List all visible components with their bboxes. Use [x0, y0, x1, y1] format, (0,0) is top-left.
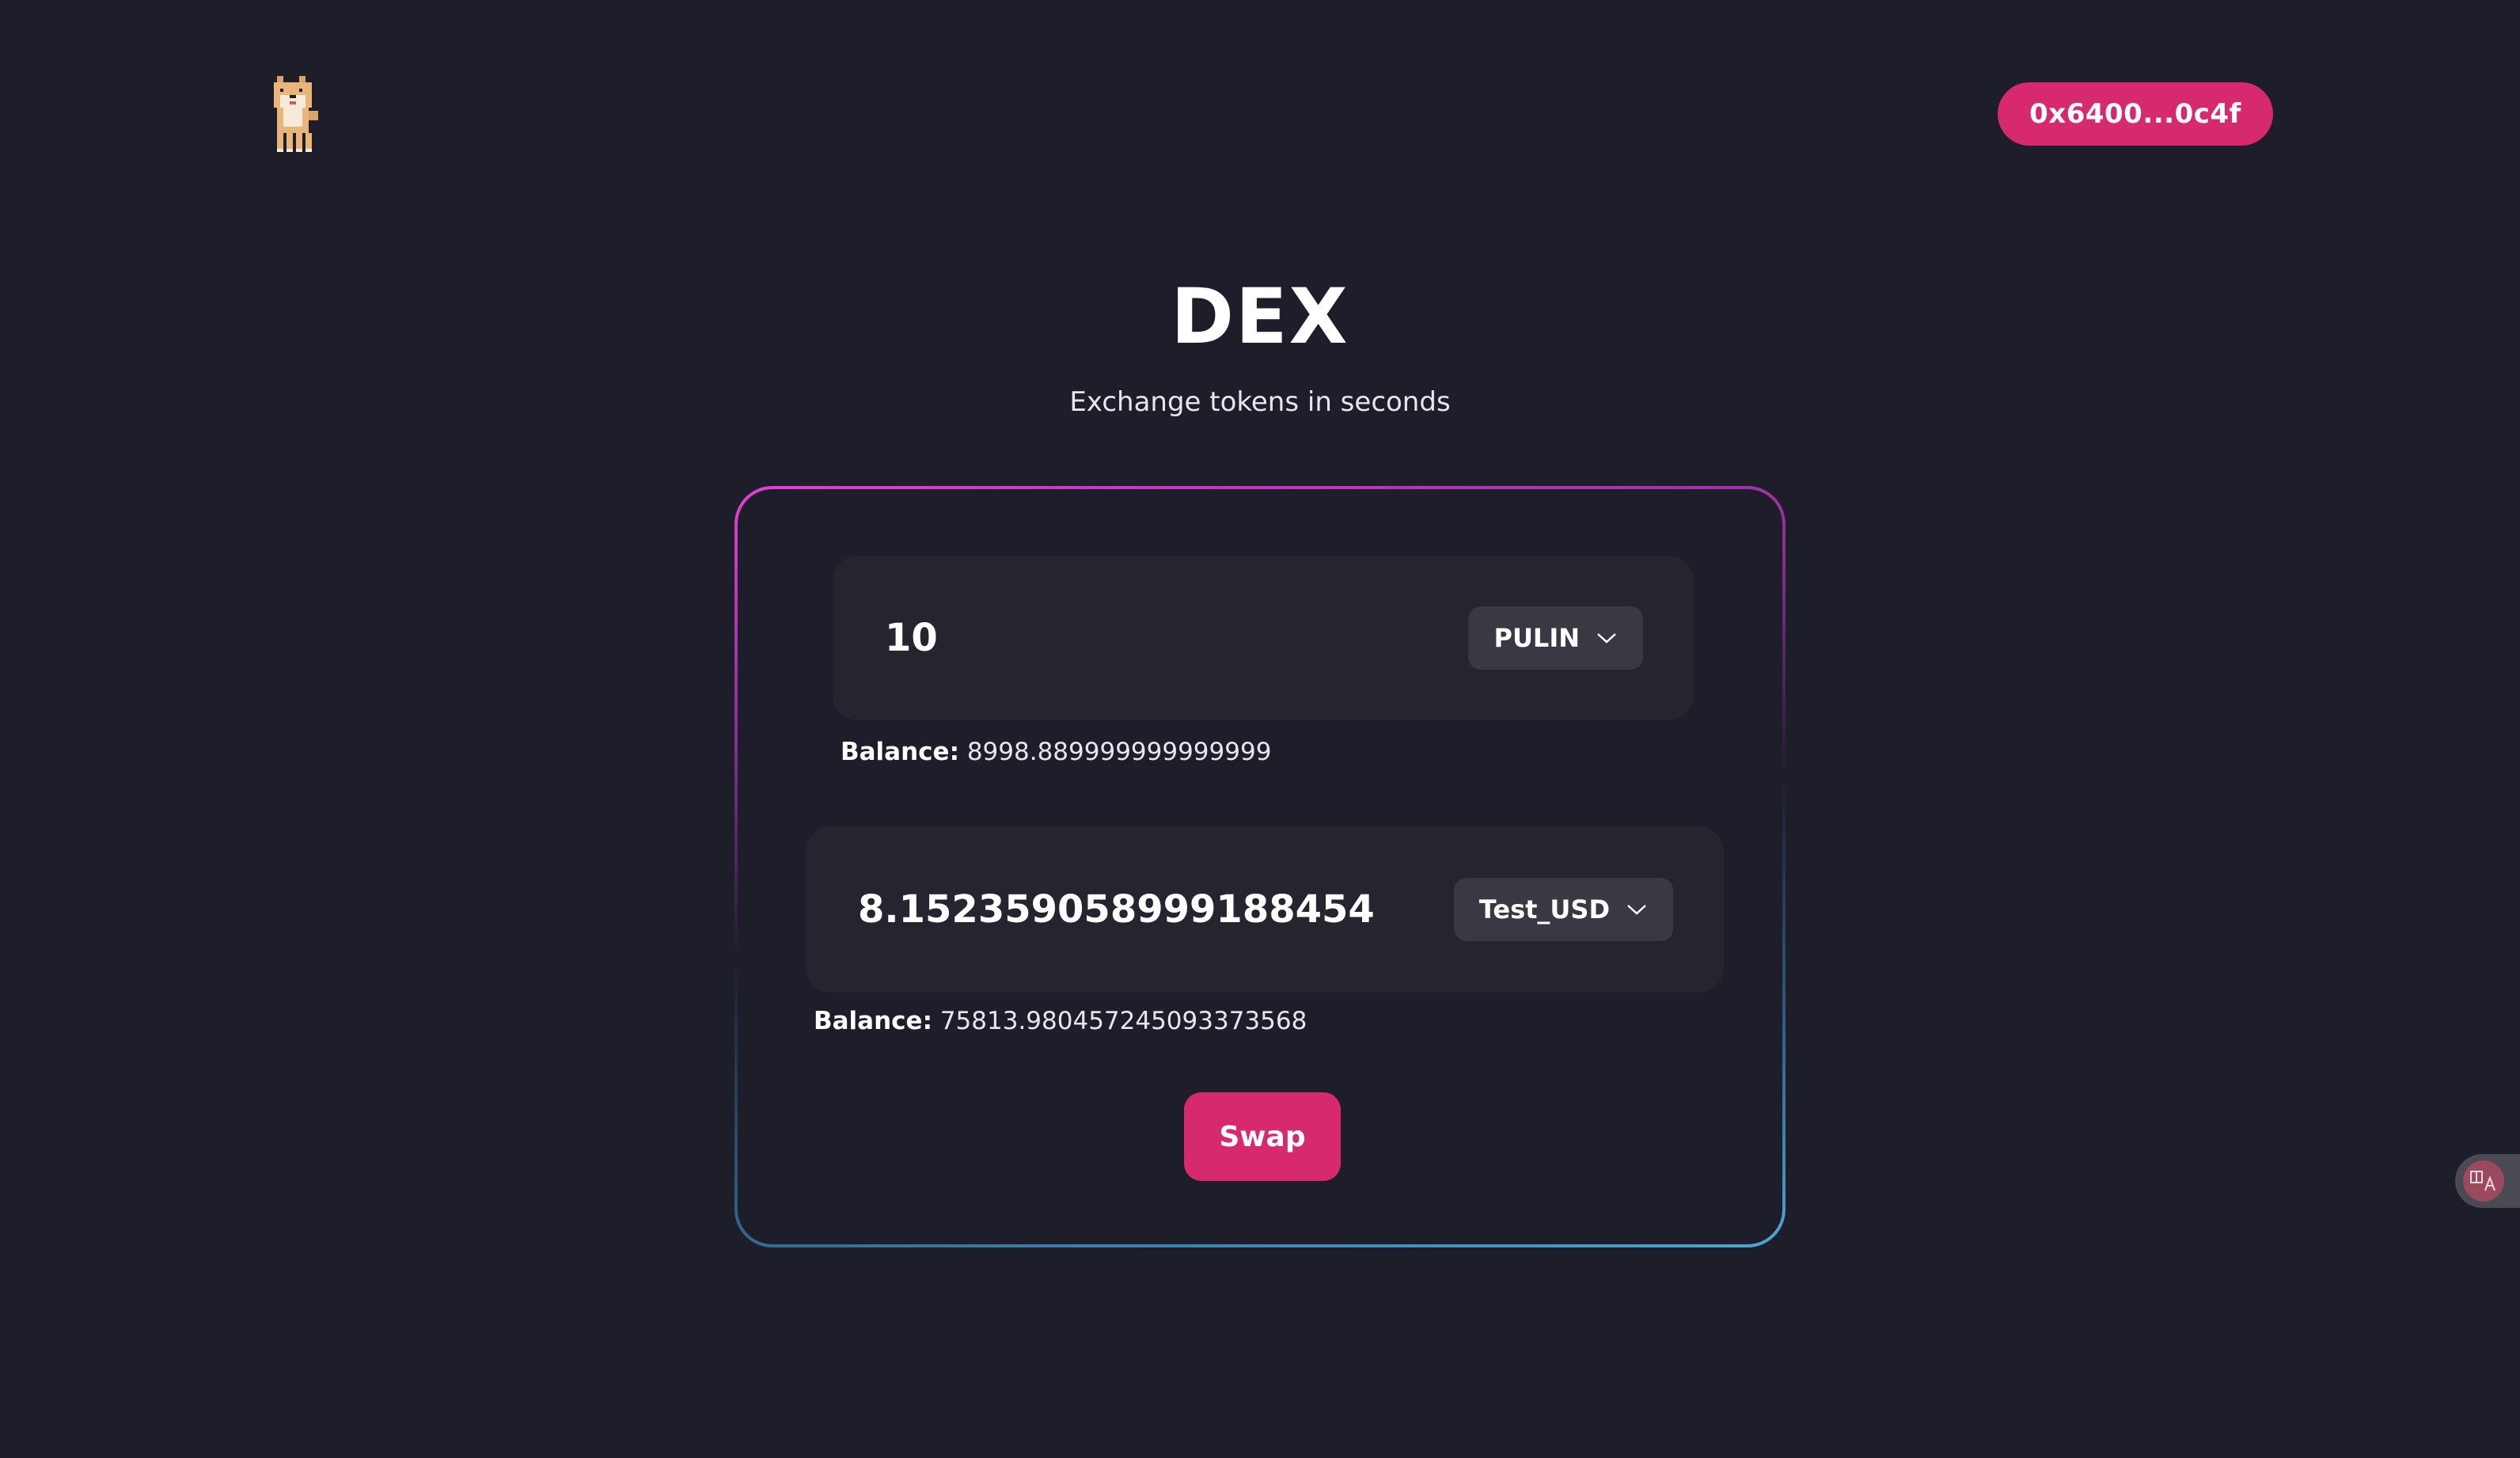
chevron-down-icon — [1596, 631, 1618, 645]
swap-button[interactable]: Swap — [1184, 1092, 1341, 1181]
from-amount-input[interactable] — [883, 615, 1469, 661]
from-balance-label: Balance: — [841, 738, 959, 766]
from-balance: Balance: 8998.889999999999999 — [841, 738, 1271, 766]
logo[interactable] — [261, 76, 324, 158]
swap-card: PULIN Balance: 8998.889999999999999 Test… — [734, 486, 1786, 1247]
to-token-panel: Test_USD — [806, 826, 1724, 993]
to-balance: Balance: 75813.980457245093373568 — [814, 1007, 1307, 1035]
translate-widget[interactable] — [2455, 1154, 2520, 1208]
translate-icon — [2463, 1160, 2504, 1202]
to-balance-value: 75813.980457245093373568 — [939, 1007, 1307, 1035]
to-token-select[interactable]: Test_USD — [1453, 878, 1673, 941]
swap-card-body: PULIN Balance: 8998.889999999999999 Test… — [738, 489, 1782, 1244]
from-token-select[interactable]: PULIN — [1468, 606, 1643, 670]
to-token-label: Test_USD — [1478, 894, 1610, 925]
to-balance-label: Balance: — [814, 1007, 932, 1035]
page-title: DEX — [1171, 272, 1349, 361]
from-token-label: PULIN — [1493, 623, 1580, 653]
from-token-panel: PULIN — [833, 556, 1694, 720]
from-balance-value: 8998.889999999999999 — [966, 738, 1272, 766]
to-amount-input[interactable] — [856, 887, 1454, 932]
wallet-address-button[interactable]: 0x6400...0c4f — [1998, 82, 2273, 146]
page-subtitle: Exchange tokens in seconds — [1069, 386, 1451, 418]
shiba-dog-icon — [274, 76, 318, 152]
chevron-down-icon — [1626, 902, 1648, 917]
